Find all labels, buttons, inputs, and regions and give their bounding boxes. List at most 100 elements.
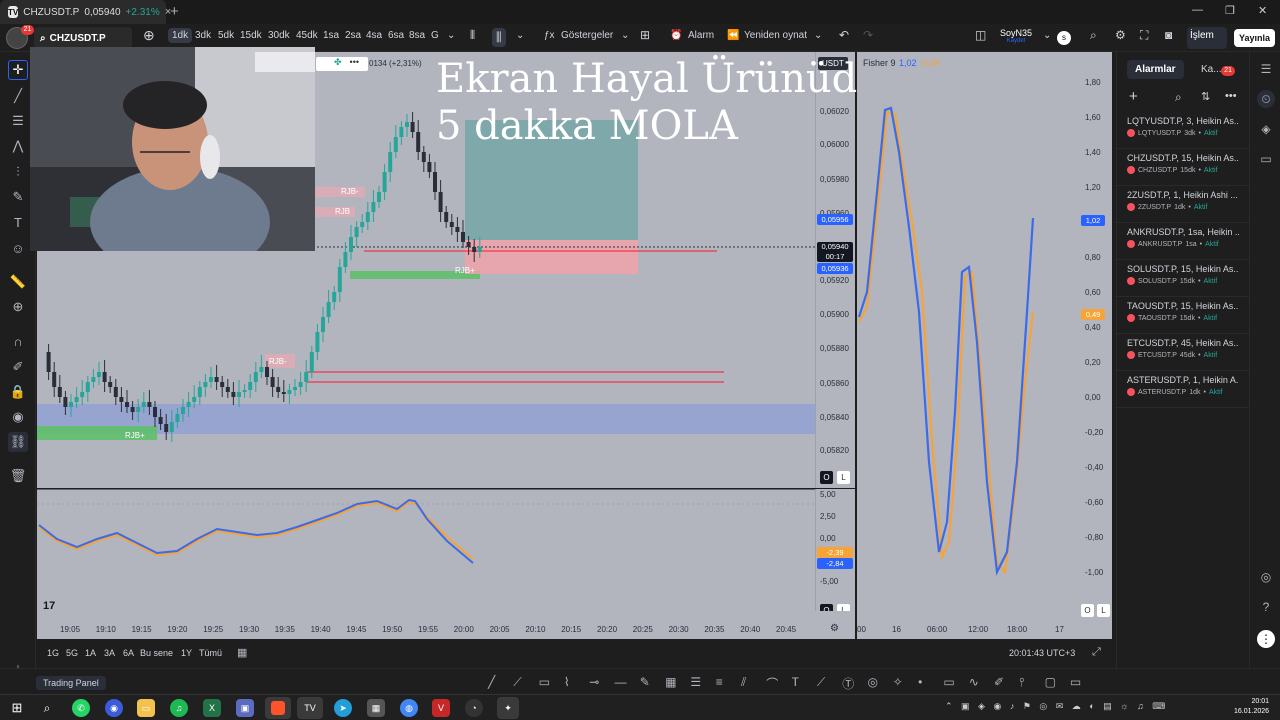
calculator-icon[interactable]: ▦ (367, 699, 385, 717)
help-icon[interactable]: ? (1257, 598, 1275, 616)
chevron-down-icon[interactable]: ⌄ (1043, 30, 1051, 41)
browser-profile-icon[interactable]: ◉ (105, 699, 123, 717)
close-window-button[interactable]: ✕ (1258, 4, 1267, 17)
brush-pro-icon[interactable]: ✐ (994, 675, 1004, 689)
alert-item[interactable]: TAOUSDT.P, 15, Heikin As... TAOUSDT.P 15dk… (1117, 297, 1249, 334)
text-icon[interactable]: T (792, 675, 799, 689)
timeframe-45dk[interactable]: 45dk (296, 30, 318, 41)
whatsapp-icon[interactable]: ✆ (72, 699, 90, 717)
chevron-down-icon[interactable]: ⌄ (447, 30, 455, 41)
trading-panel-tab[interactable]: Trading Panel (36, 676, 106, 690)
alert-item[interactable]: LQTYUSDT.P, 3, Heikin As... LQTYUSDT.P 3dk… (1117, 112, 1249, 149)
timeframe-4sa[interactable]: 4sa (366, 30, 382, 41)
voice-mod-icon[interactable]: V (432, 699, 450, 717)
camera-icon[interactable]: ◙ (1165, 28, 1172, 42)
alert-item[interactable]: ANKRUSDT.P, 1sa, Heikin ... ANKRUSDT.P 1sa… (1117, 223, 1249, 260)
lock-draw-icon[interactable]: ✐ (8, 357, 28, 377)
path-icon[interactable]: ⌇ (564, 675, 570, 689)
candle-style-icon[interactable]: ⫼ (492, 28, 506, 47)
tab-alarms[interactable]: Alarmlar (1127, 60, 1184, 79)
fisher-pane-o-button[interactable]: O (1081, 604, 1094, 617)
publish-button[interactable]: Yayınla (1234, 29, 1275, 47)
settings-gear-icon[interactable]: ⚙ (1115, 28, 1126, 42)
pattern-icon[interactable]: ✧ (893, 675, 903, 689)
alert-item[interactable]: 2ZUSDT.P, 1, Heikin Ashi ... 2ZUSDT.P 1dk •… (1117, 186, 1249, 223)
legend-controls[interactable]: ✤ ••• (316, 57, 368, 71)
quick-search-icon[interactable]: ⌕ (1090, 28, 1097, 43)
lock-icon[interactable]: 🔒 (8, 382, 28, 402)
layout-badge[interactable]: s (1057, 31, 1071, 45)
replay-button[interactable]: Yeniden oynat (744, 30, 807, 41)
timeframe-30dk[interactable]: 30dk (268, 30, 290, 41)
anchor-text-icon[interactable]: Ⓣ (842, 675, 854, 692)
fisher-pane-l-button[interactable]: L (1097, 604, 1110, 617)
alerts-clock-icon[interactable]: ⏲ (1257, 90, 1275, 108)
new-tab-button[interactable]: + (170, 3, 179, 20)
table-icon[interactable]: ▦ (665, 675, 676, 689)
emoji-icon[interactable]: ☺ (8, 238, 28, 258)
dot-icon[interactable]: • (918, 675, 922, 689)
minimize-button[interactable]: — (1192, 4, 1203, 16)
oscillator-pane[interactable]: 17 (37, 489, 815, 612)
fib-icon[interactable]: ☰ (8, 111, 28, 131)
chat-icon[interactable]: ▭ (1257, 150, 1275, 168)
timeframe-1sa[interactable]: 1sa (323, 30, 339, 41)
windows-start-icon[interactable]: ⊞ (8, 699, 26, 717)
layout-split-icon[interactable]: ◫ (975, 28, 986, 42)
calendar-icon[interactable]: ▦ (237, 646, 247, 659)
text-icon[interactable]: T (8, 212, 28, 232)
range-button-7[interactable]: Tümü (199, 648, 222, 658)
chevron-down-icon[interactable]: ⌄ (621, 30, 629, 41)
timeframe-5dk[interactable]: 5dk (218, 30, 234, 41)
parallel-icon[interactable]: ⫽ (741, 675, 746, 690)
trash-icon[interactable]: 🗑 (8, 466, 28, 486)
apps-grid-icon[interactable]: ⋮ (1257, 630, 1275, 648)
horizontal-ray-icon[interactable]: — (615, 675, 627, 689)
range-button-0[interactable]: 1G (47, 648, 59, 658)
magnet-icon[interactable]: ∩ (8, 331, 28, 351)
app-icon[interactable]: ▣ (236, 699, 254, 717)
utc-clock[interactable]: 20:01:43 UTC+3 (1009, 648, 1075, 658)
wave-icon[interactable]: ∿ (969, 675, 979, 689)
settings-gear-icon[interactable]: ⚙ (830, 623, 839, 634)
range-button-1[interactable]: 5G (66, 648, 78, 658)
trendline-icon[interactable]: ╱ (8, 86, 28, 106)
horizontal-line-icon[interactable]: ⊸ (589, 675, 599, 689)
crosshair-icon[interactable]: ✛ (8, 60, 28, 80)
pane-l-button[interactable]: L (837, 471, 850, 484)
eye-icon[interactable]: ◉ (8, 407, 28, 427)
fisher-chart-pane[interactable]: Fisher 9 1,02 0,49 1,801,601,401,201,000… (857, 52, 1112, 639)
maximize-panel-icon[interactable]: ⤢ (1092, 646, 1101, 659)
more-icon[interactable]: ••• (1225, 90, 1237, 102)
zoom-in-icon[interactable]: ⊕ (8, 297, 28, 317)
indicators-button[interactable]: Göstergeler (561, 30, 613, 41)
alert-item[interactable]: ETCUSDT.P, 45, Heikin As... ETCUSDT.P 45dk… (1117, 334, 1249, 371)
search-icon[interactable]: ⌕ (1175, 90, 1182, 105)
browser-tab[interactable]: TV CHZUSDT.P 0,05940 +2.31% × (0, 0, 171, 24)
range-button-2[interactable]: 1A (85, 648, 96, 658)
measure-icon[interactable]: ⫯ (1019, 675, 1024, 690)
timeframe-2sa[interactable]: 2sa (345, 30, 361, 41)
brush-icon[interactable]: ✎ (8, 187, 28, 207)
undo-icon[interactable]: ↶ (839, 28, 849, 42)
timeframe-15dk[interactable]: 15dk (240, 30, 262, 41)
alert-item[interactable]: SOLUSDT.P, 15, Heikin As... SOLUSDT.P 15dk… (1117, 260, 1249, 297)
maximize-button[interactable]: ❐ (1225, 4, 1235, 17)
range-button-6[interactable]: 1Y (181, 648, 192, 658)
add-alert-icon[interactable]: + (1129, 88, 1138, 105)
excel-icon[interactable]: X (203, 699, 221, 717)
watchlist-icon[interactable]: ☰ (1257, 60, 1275, 78)
chevron-down-icon[interactable]: ⌄ (814, 30, 822, 41)
ruler-icon[interactable]: 📏 (8, 272, 28, 292)
forecast-icon[interactable]: ⫶ (8, 162, 28, 182)
range-button-3[interactable]: 3A (104, 648, 115, 658)
sort-icon[interactable]: ⇅ (1201, 90, 1210, 103)
timeframe-8sa[interactable]: 8sa (409, 30, 425, 41)
arc-icon[interactable]: ⌒ (766, 675, 778, 692)
telegram-icon[interactable]: ➤ (334, 699, 352, 717)
callout-icon[interactable]: ▭ (539, 675, 550, 689)
note-icon[interactable]: ▭ (943, 675, 954, 689)
brush-icon[interactable]: ✎ (640, 675, 650, 689)
pattern-icon[interactable]: ⋀ (8, 136, 28, 156)
search-icon[interactable]: ⌕ (38, 699, 56, 717)
